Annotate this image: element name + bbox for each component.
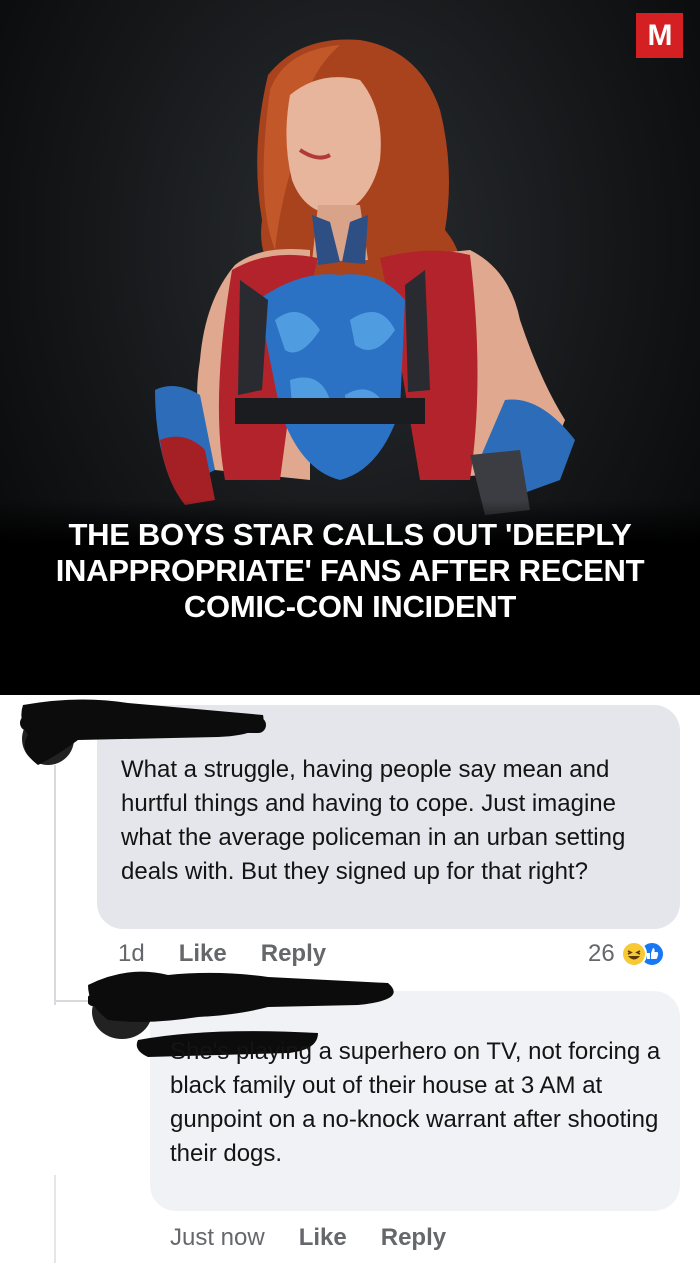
- article-headline: THE BOYS STAR CALLS OUT 'DEEPLY INAPPROP…: [55, 517, 645, 624]
- comment-text: What a struggle, having people say mean …: [121, 756, 626, 885]
- reaction-summary[interactable]: 26: [588, 937, 665, 971]
- reply-button[interactable]: Reply: [381, 1224, 446, 1252]
- like-button[interactable]: Like: [299, 1224, 347, 1252]
- article-image[interactable]: M THE BOYS STAR CALLS OUT 'DEEPLY INAPPR…: [0, 0, 700, 695]
- thread-line: [54, 765, 56, 1005]
- comment-timestamp[interactable]: 1d: [118, 940, 145, 968]
- like-button[interactable]: Like: [179, 940, 227, 968]
- reply-button[interactable]: Reply: [261, 940, 326, 968]
- comments-section: What a struggle, having people say mean …: [0, 695, 700, 1263]
- reply-actions: Just now Like Reply: [170, 1221, 480, 1255]
- publisher-logo: M: [636, 13, 683, 58]
- hero-photo: [155, 39, 575, 515]
- haha-icon: [620, 941, 647, 967]
- reply-text: She's playing a superhero on TV, not for…: [170, 1038, 661, 1167]
- reply-timestamp[interactable]: Just now: [170, 1224, 265, 1252]
- thread-line: [54, 1175, 56, 1263]
- reaction-count: 26: [588, 940, 615, 967]
